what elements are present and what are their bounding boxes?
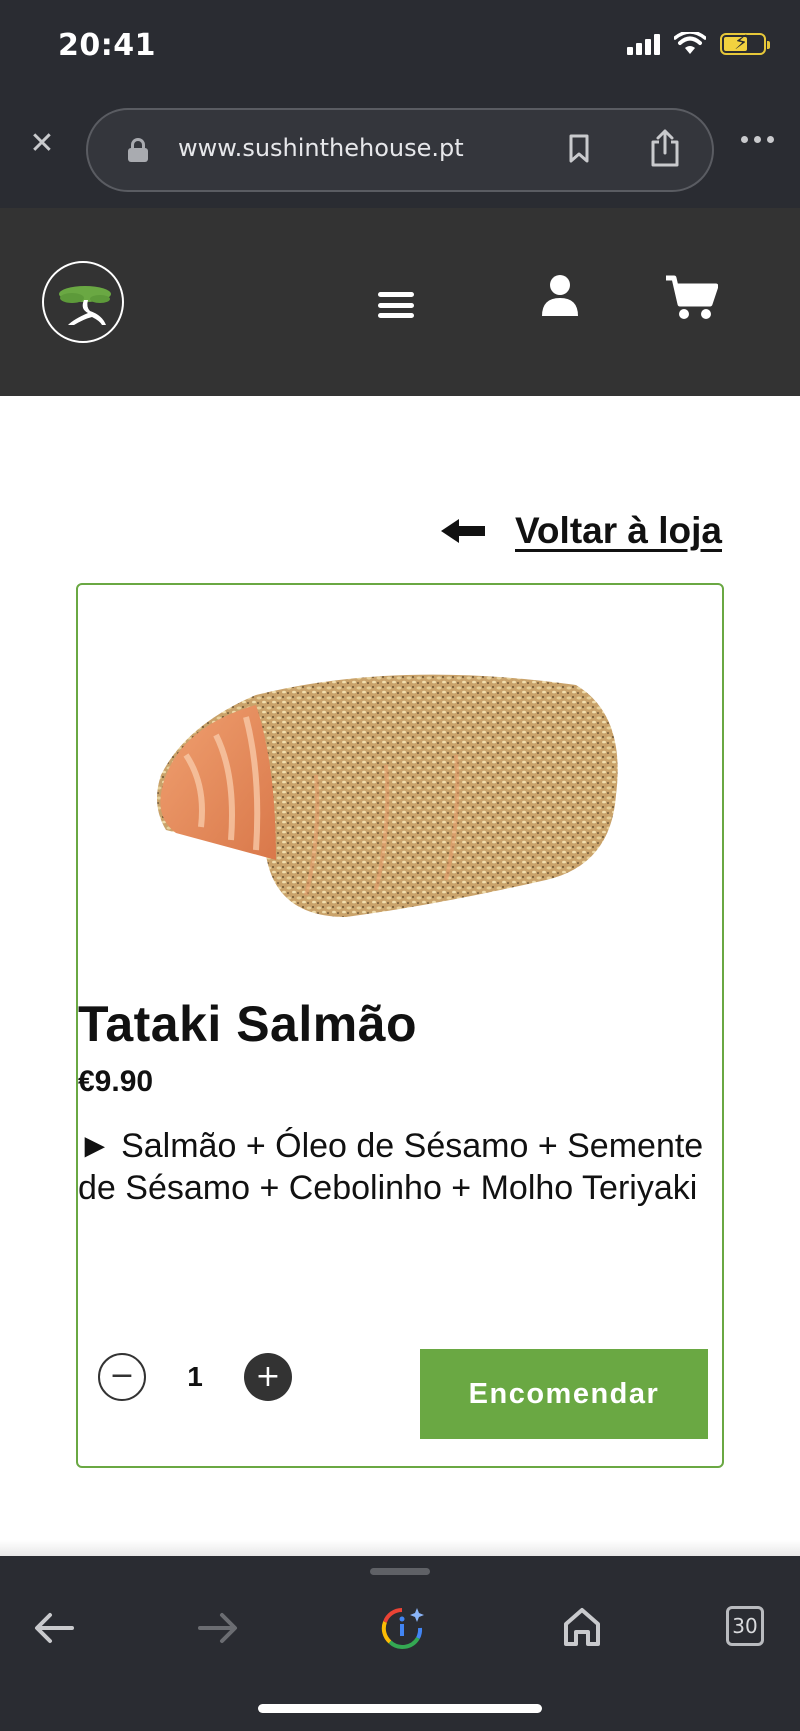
toolbar-shadow xyxy=(0,1540,800,1556)
status-icons: ⚡ xyxy=(627,30,770,56)
product-image xyxy=(157,674,618,917)
logo-bonsai-icon[interactable] xyxy=(42,261,124,343)
home-indicator xyxy=(258,1704,542,1713)
order-button[interactable]: Encomendar xyxy=(420,1349,708,1439)
more-icon[interactable] xyxy=(741,136,774,143)
assistant-icon[interactable] xyxy=(380,1606,424,1650)
bookmark-icon[interactable] xyxy=(568,134,590,164)
wifi-icon xyxy=(674,32,706,54)
browser-bottom-toolbar: 30 xyxy=(0,1556,800,1731)
back-to-shop-label[interactable]: Voltar à loja xyxy=(515,510,722,552)
back-icon[interactable] xyxy=(32,1610,76,1646)
cart-icon[interactable] xyxy=(664,274,718,320)
menu-icon[interactable] xyxy=(378,292,414,318)
url-text[interactable]: www.sushinthehouse.pt xyxy=(178,134,464,162)
site-header xyxy=(0,208,800,396)
arrow-left-icon xyxy=(441,519,485,543)
share-icon[interactable] xyxy=(648,128,682,168)
signal-icon xyxy=(627,33,660,55)
battery-icon: ⚡ xyxy=(720,30,770,55)
product-description: ► Salmão + Óleo de Sésamo + Semente de S… xyxy=(78,1127,704,1207)
product-title: Tataki Salmão xyxy=(78,996,418,1052)
quantity-stepper: − 1 + xyxy=(98,1353,292,1401)
back-to-shop-link[interactable]: Voltar à loja xyxy=(439,510,722,552)
plus-icon[interactable]: + xyxy=(244,1353,292,1401)
status-time: 20:41 xyxy=(58,28,156,63)
close-icon[interactable]: ✕ xyxy=(28,129,56,159)
quantity-value: 1 xyxy=(187,1361,203,1392)
forward-icon[interactable] xyxy=(196,1610,240,1646)
home-icon[interactable] xyxy=(562,1606,602,1648)
user-icon[interactable] xyxy=(540,274,580,318)
status-bar: 20:41 ⚡ xyxy=(0,0,800,98)
browser-address-row: ✕ www.sushinthehouse.pt xyxy=(0,98,800,208)
toolbar-grabber[interactable] xyxy=(370,1568,430,1575)
product-card: Tataki Salmão €9.90 ► Salmão + Óleo de S… xyxy=(76,583,724,1468)
product-price: €9.90 xyxy=(78,1065,154,1098)
address-bar[interactable]: www.sushinthehouse.pt xyxy=(86,108,714,192)
minus-icon[interactable]: − xyxy=(98,1353,146,1401)
lock-icon xyxy=(128,138,148,162)
tabs-count-button[interactable]: 30 xyxy=(726,1606,764,1646)
